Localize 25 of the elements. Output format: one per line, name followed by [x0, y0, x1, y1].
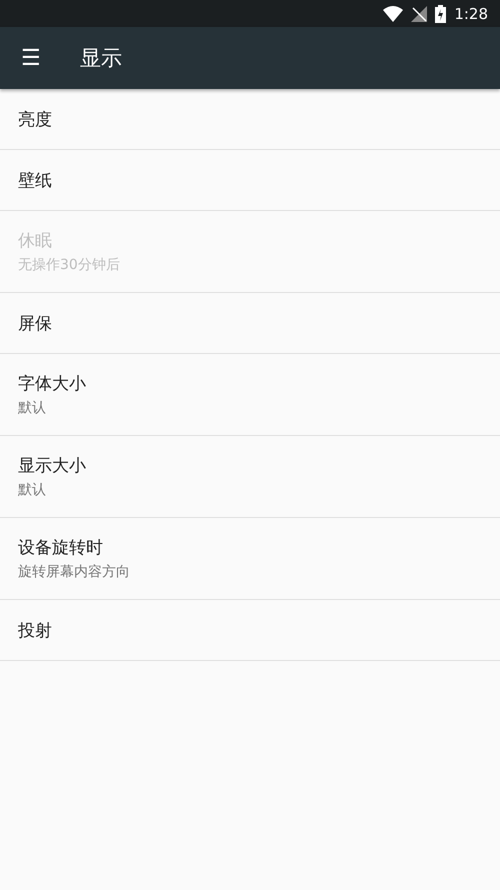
- settings-item[interactable]: 投射: [0, 600, 500, 661]
- settings-item[interactable]: 屏保: [0, 293, 500, 354]
- menu-button[interactable]: ☰: [0, 45, 62, 71]
- no-signal-icon: [411, 6, 428, 22]
- item-title: 显示大小: [18, 455, 86, 477]
- wifi-icon: [383, 6, 404, 22]
- item-title: 亮度: [18, 108, 52, 130]
- item-summary: 默认: [18, 399, 46, 417]
- item-title: 屏保: [18, 312, 52, 334]
- settings-item[interactable]: 显示大小 默认: [0, 436, 500, 518]
- page-title: 显示: [80, 45, 122, 72]
- item-title: 字体大小: [18, 373, 86, 395]
- item-title: 壁纸: [18, 170, 52, 192]
- status-time: 1:28: [454, 4, 488, 22]
- battery-charging-icon: [435, 4, 446, 22]
- item-title: 投射: [18, 620, 52, 642]
- settings-item[interactable]: 字体大小 默认: [0, 354, 500, 436]
- item-title: 设备旋转时: [18, 537, 103, 559]
- settings-item[interactable]: 设备旋转时 旋转屏幕内容方向: [0, 518, 500, 600]
- item-summary: 无操作30分钟后: [18, 256, 120, 274]
- settings-item[interactable]: 亮度: [0, 89, 500, 150]
- item-title: 休眠: [18, 230, 52, 252]
- settings-item[interactable]: 壁纸: [0, 150, 500, 211]
- item-summary: 旋转屏幕内容方向: [18, 563, 130, 581]
- item-summary: 默认: [18, 481, 46, 499]
